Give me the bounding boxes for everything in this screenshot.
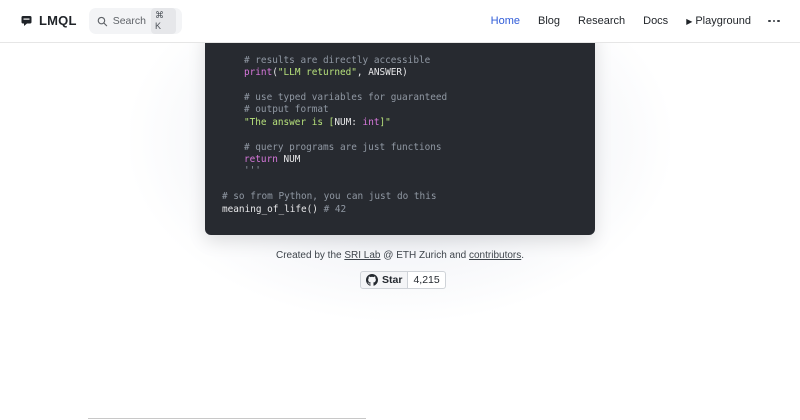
code-token: NUM — [277, 154, 301, 165]
main-nav: Home Blog Research Docs ▶ Playground — [473, 0, 780, 42]
nav-home[interactable]: Home — [491, 15, 520, 27]
code-line: meaning_of_life() # 42 — [222, 204, 346, 215]
play-icon: ▶ — [686, 17, 693, 26]
code-token: # so from Python, you can just do this — [222, 191, 437, 202]
nav-docs[interactable]: Docs — [643, 15, 668, 27]
code-token: # query programs are just functions — [244, 142, 442, 153]
top-navigation-bar: LMQL Search ⌘ K Home Blog Research Docs … — [0, 0, 800, 43]
code-token: "LLM returned" — [277, 67, 357, 78]
github-star-button[interactable]: Star — [360, 271, 409, 289]
code-line: ''' — [244, 165, 261, 176]
code-example-block: # results are directly accessible print(… — [205, 30, 595, 235]
sri-lab-link[interactable]: SRI Lab — [344, 250, 380, 261]
code-token: ''' — [244, 165, 261, 176]
search-label: Search — [112, 15, 146, 27]
code-line: print("LLM returned", ANSWER) — [244, 67, 408, 78]
code-line: # output format — [244, 104, 329, 115]
nav-playground-label: Playground — [695, 15, 751, 27]
search-button[interactable]: Search ⌘ K — [89, 8, 182, 34]
nav-research[interactable]: Research — [578, 15, 625, 27]
github-star-count[interactable]: 4,215 — [408, 271, 446, 289]
credit-prefix: Created by the — [275, 250, 345, 261]
code-line: # use typed variables for guaranteed — [244, 92, 447, 103]
code-line: # query programs are just functions — [244, 142, 442, 153]
code-line: return NUM — [244, 154, 300, 165]
github-star-widget: Star 4,215 — [360, 271, 446, 289]
code-line: "The answer is [NUM: int]" — [244, 117, 391, 128]
credit-middle: @ ETH Zurich and — [380, 250, 469, 261]
code-token: # use typed variables for guaranteed — [244, 92, 448, 103]
code-token: return — [244, 154, 278, 165]
search-shortcut: ⌘ K — [150, 8, 176, 34]
lmql-logo-icon — [21, 15, 32, 26]
ellipsis-icon[interactable] — [768, 19, 780, 23]
code-token: int — [362, 117, 380, 128]
search-icon — [97, 16, 108, 26]
github-icon — [366, 274, 378, 286]
credit-text: Created by the SRI Lab @ ETH Zurich and … — [0, 250, 800, 261]
code-token: meaning_of_life() — [222, 204, 324, 215]
brand-name: LMQL — [39, 13, 77, 28]
nav-blog[interactable]: Blog — [538, 15, 560, 27]
contributors-link[interactable]: contributors — [469, 250, 521, 261]
code-token: "The answer is [ — [244, 117, 335, 128]
code-line: # results are directly accessible — [244, 55, 430, 66]
code-token: # 42 — [323, 204, 347, 215]
code-token: # results are directly accessible — [244, 55, 431, 66]
brand-logo[interactable]: LMQL — [21, 13, 77, 28]
code-token: ]" — [379, 117, 391, 128]
code-token: NUM: — [334, 117, 363, 128]
divider — [88, 418, 366, 419]
github-star-label: Star — [382, 274, 403, 286]
code-line: # so from Python, you can just do this — [222, 191, 436, 202]
code-token: , ANSWER) — [356, 67, 408, 78]
code-token: # output format — [244, 104, 329, 115]
code-token: print — [244, 67, 273, 78]
credit-suffix: . — [521, 250, 525, 261]
nav-playground[interactable]: ▶ Playground — [686, 15, 751, 27]
